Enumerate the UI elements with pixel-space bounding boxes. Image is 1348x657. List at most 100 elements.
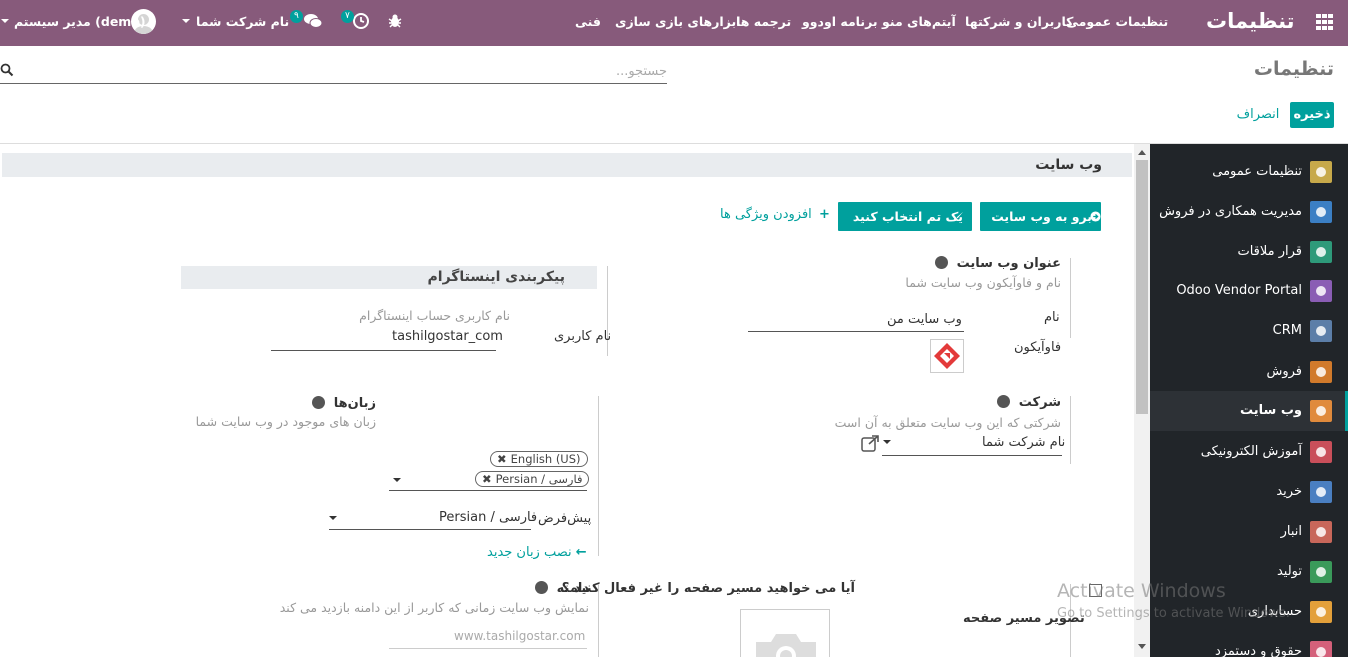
sidebar-item-payroll[interactable]: حقوق و دستمزد — [1150, 632, 1348, 657]
domain-heading: دامنه — [535, 581, 589, 596]
instagram-field-underline — [271, 350, 496, 351]
sidebar-item-elearning[interactable]: آموزش الکترونیکی — [1150, 432, 1348, 472]
sidebar-item-sales[interactable]: فروش — [1150, 352, 1348, 392]
chevron-down-icon — [1, 19, 9, 23]
language-tag-label: English (US) — [510, 452, 581, 466]
user-menu[interactable]: مدیر سیستم (demo) — [14, 0, 146, 46]
menu-technical[interactable]: فنی — [575, 0, 601, 46]
default-language-select[interactable]: Persian / فارسی — [439, 510, 537, 525]
chevron-down-icon[interactable] — [883, 440, 891, 444]
favicon-label: فاوآیکون — [1014, 340, 1062, 355]
control-panel: تنظیمات ذخیره انصراف — [0, 46, 1348, 144]
scroll-down-icon[interactable] — [1138, 644, 1146, 649]
choose-theme-label: یک تم انتخاب کنید — [852, 209, 963, 224]
language-tag[interactable]: ✖ Persian / فارسی — [475, 471, 590, 487]
globe-icon — [312, 396, 326, 409]
payroll-icon — [1310, 641, 1332, 657]
language-tag[interactable]: ✖ English (US) — [490, 451, 588, 467]
message-count-badge: ۹ — [290, 10, 303, 23]
search-bar — [0, 60, 667, 84]
sidebar-item-vendor-portal[interactable]: Odoo Vendor Portal — [1150, 271, 1348, 311]
add-features-link[interactable]: افزودن ویژگی ها + — [720, 207, 830, 222]
sidebar-item-sales-partners[interactable]: مدیریت همکاری در فروش — [1150, 192, 1348, 232]
menu-users-companies[interactable]: کاربران و شرکتها — [965, 0, 1073, 46]
sidebar-item-label: قرار ملاقات — [1237, 244, 1302, 259]
instagram-username-field[interactable]: tashilgostar_com — [392, 329, 503, 344]
divider — [598, 584, 599, 657]
languages-field-underline — [389, 490, 587, 491]
sidebar-item-label: تنظیمات عمومی — [1212, 164, 1302, 179]
scroll-up-icon[interactable] — [1138, 150, 1146, 155]
remove-tag-icon[interactable]: ✖ — [482, 472, 492, 486]
install-language-label: نصب زبان جدید — [487, 545, 572, 560]
chevron-down-icon[interactable] — [329, 516, 337, 520]
bug-icon[interactable] — [387, 13, 403, 29]
discard-button[interactable]: انصراف — [1232, 102, 1284, 128]
network-icon — [1310, 201, 1332, 223]
divider — [1070, 258, 1071, 338]
globe-icon — [535, 581, 549, 594]
paint-brush-icon — [954, 211, 964, 222]
go-to-website-label: برو به وب سایت — [991, 209, 1092, 224]
sidebar-item-purchase[interactable]: خرید — [1150, 472, 1348, 512]
search-icon[interactable] — [0, 63, 14, 77]
sidebar-item-label: انبار — [1280, 524, 1302, 539]
install-language-link[interactable]: نصب زبان جدید ← — [487, 545, 587, 560]
wrench-icon — [1310, 561, 1332, 583]
menu-odoo-app[interactable]: برنامه اودوو — [802, 0, 878, 46]
sidebar-item-website[interactable]: وب سایت — [1150, 391, 1348, 431]
languages-title-text: زبان‌ها — [333, 396, 376, 411]
chevron-down-icon[interactable] — [393, 478, 401, 482]
sidebar-item-appointments[interactable]: قرار ملاقات — [1150, 232, 1348, 272]
site-title-text: عنوان وب سایت — [956, 256, 1061, 271]
sidebar-item-label: مدیریت همکاری در فروش — [1159, 204, 1302, 219]
domain-description: نمایش وب سایت زمانی که کاربر از این دامن… — [279, 600, 589, 615]
save-button[interactable]: ذخیره — [1290, 102, 1334, 128]
company-switcher[interactable]: نام شرکت شما — [196, 0, 289, 46]
clock-icon[interactable] — [352, 12, 370, 30]
add-features-label: افزودن ویژگی ها — [720, 207, 812, 222]
domain-input[interactable]: www.tashilgostar.com — [454, 629, 585, 643]
globe-icon — [1310, 400, 1332, 422]
sidebar-item-label: وب سایت — [1240, 403, 1302, 418]
sidebar-item-inventory[interactable]: انبار — [1150, 512, 1348, 552]
app-grid-icon[interactable] — [1316, 14, 1334, 30]
box-icon — [1310, 521, 1332, 543]
sidebar-item-general-settings[interactable]: تنظیمات عمومی — [1150, 152, 1348, 192]
go-to-website-button[interactable]: برو به وب سایت — [980, 202, 1101, 231]
menu-menu-items[interactable]: آیتم‌های منو — [882, 0, 956, 46]
menu-translations[interactable]: ترجمه ها — [736, 0, 791, 46]
company-select[interactable]: نام شرکت شما — [982, 435, 1065, 450]
menu-gamification[interactable]: ابزارهای بازی سازی — [615, 0, 740, 46]
instagram-config-header: پیکربندی اینستاگرام — [181, 266, 597, 289]
sidebar-item-label: فروش — [1266, 364, 1302, 379]
gear-icon — [1310, 161, 1332, 183]
redirect-heading: آیا می خواهید مسیر صفحه را غیر فعال کنید… — [561, 581, 855, 596]
instagram-description: نام کاربری حساب اینستاگرام — [359, 308, 510, 323]
handshake-icon — [1310, 320, 1332, 342]
search-input[interactable] — [27, 60, 667, 82]
settings-content: وب سایت برو به وب سایت یک تم انتخاب کنید… — [0, 144, 1134, 657]
section-title: وب سایت — [1035, 157, 1102, 173]
chat-icon[interactable] — [303, 12, 323, 30]
arrow-left-icon: ← — [575, 545, 587, 560]
default-language-label: پیش‌فرض — [538, 511, 592, 526]
external-link-icon[interactable] — [861, 435, 880, 452]
remove-tag-icon[interactable]: ✖ — [497, 452, 507, 466]
app-brand[interactable]: تنظیمات — [1206, 0, 1295, 43]
name-field[interactable]: وب سایت من — [887, 312, 962, 327]
redirect-image-placeholder[interactable] — [740, 609, 830, 657]
scrollbar-thumb[interactable] — [1136, 160, 1148, 414]
choose-theme-button[interactable]: یک تم انتخاب کنید — [838, 202, 972, 231]
favicon-image[interactable] — [930, 339, 964, 373]
sidebar-item-label: Odoo Vendor Portal — [1176, 283, 1302, 298]
sidebar-item-label: حقوق و دستمزد — [1214, 644, 1302, 657]
sidebar-item-crm[interactable]: CRM — [1150, 311, 1348, 351]
elearning-icon — [1310, 441, 1332, 463]
company-field-underline — [882, 455, 1062, 456]
menu-general-settings[interactable]: تنظیمات عمومی — [1066, 0, 1168, 46]
name-field-underline — [748, 331, 964, 332]
chart-icon — [1310, 361, 1332, 383]
section-header: وب سایت — [2, 153, 1132, 177]
company-title-text: شرکت — [1018, 395, 1061, 410]
